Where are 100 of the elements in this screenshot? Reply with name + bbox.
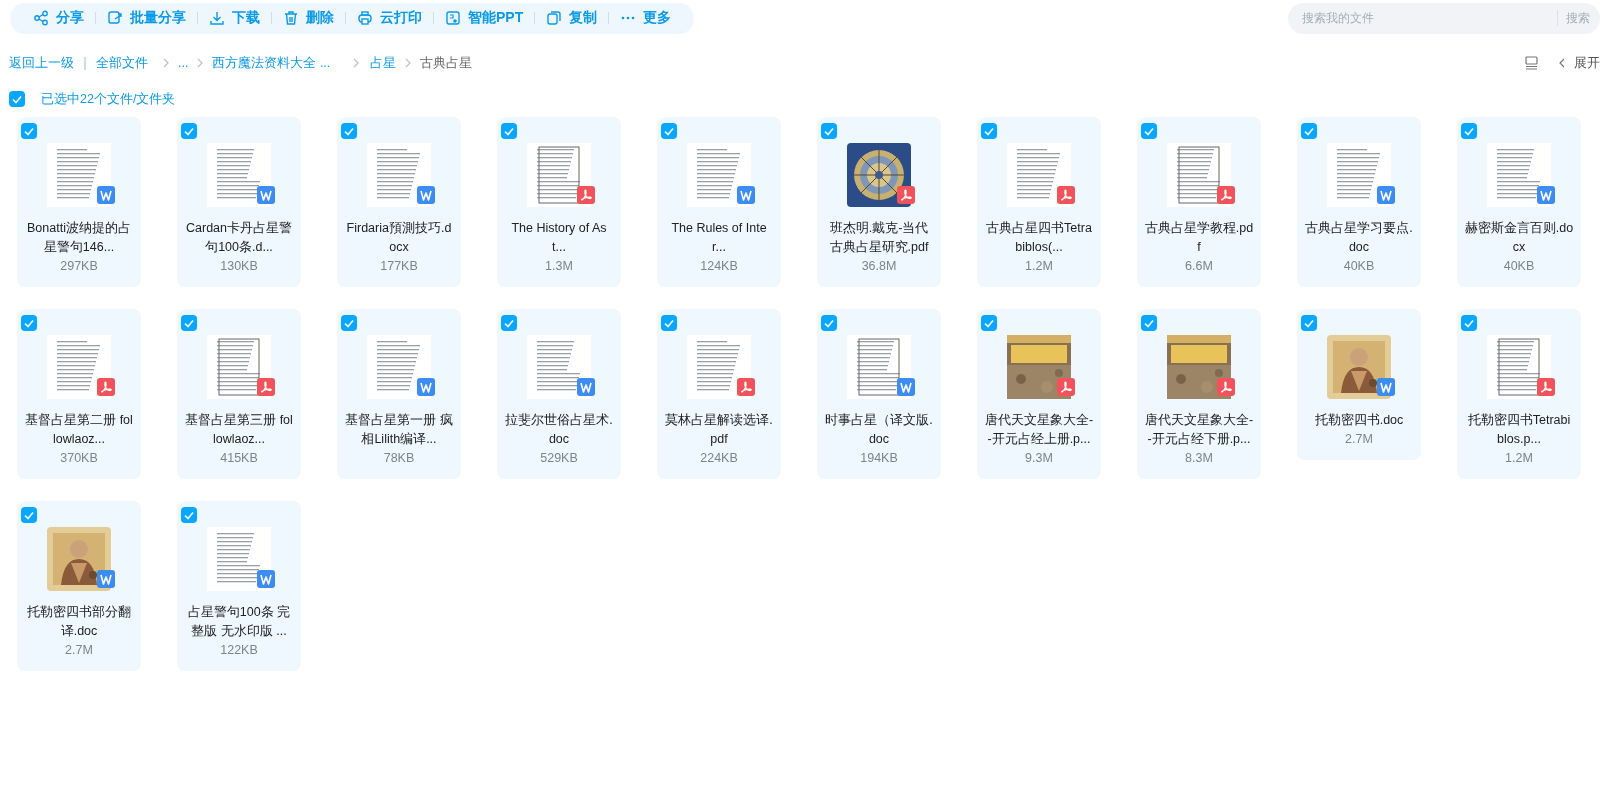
chevron-right-icon: [196, 58, 205, 68]
file-size: 415KB: [220, 451, 258, 465]
file-checkbox[interactable]: [501, 315, 517, 331]
file-size: 297KB: [60, 259, 98, 273]
slides-icon: [445, 10, 461, 26]
file-checkbox[interactable]: [821, 315, 837, 331]
file-checkbox[interactable]: [181, 315, 197, 331]
batch-share-icon: [107, 10, 123, 26]
word-file-icon: [1377, 186, 1395, 204]
file-card[interactable]: 莫林占星解读选译. pdf 224KB: [657, 309, 781, 479]
file-checkbox[interactable]: [981, 315, 997, 331]
file-name: 古典占星四书Tetra biblos(...: [986, 220, 1092, 256]
document-preview: [527, 143, 591, 207]
file-card[interactable]: The History of As t... 1.3M: [497, 117, 621, 287]
select-all-checkbox[interactable]: [9, 91, 25, 107]
file-card[interactable]: 唐代天文星象大全- -开元占经下册.p... 8.3M: [1137, 309, 1261, 479]
word-file-icon: [577, 378, 595, 396]
word-file-icon: [257, 186, 275, 204]
file-size: 6.6M: [1185, 259, 1213, 273]
document-preview: [1487, 143, 1551, 207]
file-checkbox[interactable]: [501, 123, 517, 139]
file-card[interactable]: 托勒密四书Tetrabi blos.p... 1.2M: [1457, 309, 1581, 479]
word-file-icon: [897, 378, 915, 396]
file-size: 9.3M: [1025, 451, 1053, 465]
file-name: 古典占星学习要点. doc: [1305, 220, 1413, 256]
file-size: 224KB: [700, 451, 738, 465]
file-card[interactable]: 唐代天文星象大全- -开元占经上册.p... 9.3M: [977, 309, 1101, 479]
document-preview: [47, 335, 111, 399]
chevron-right-icon: [162, 58, 170, 68]
file-name: 基督占星第一册 疯 相Lilith编译...: [345, 412, 453, 448]
pdf-file-icon: [1217, 378, 1235, 396]
copy-icon: [546, 10, 563, 26]
file-card[interactable]: 基督占星第二册 fol lowlaoz... 370KB: [17, 309, 141, 479]
file-checkbox[interactable]: [21, 507, 37, 523]
file-checkbox[interactable]: [1461, 123, 1477, 139]
file-card[interactable]: 班杰明.戴克-当代 古典占星研究.pdf 36.8M: [817, 117, 941, 287]
file-checkbox[interactable]: [1301, 123, 1317, 139]
file-card[interactable]: The Rules of Inte r... 124KB: [657, 117, 781, 287]
document-preview: [367, 335, 431, 399]
file-checkbox[interactable]: [1141, 123, 1157, 139]
file-card[interactable]: 基督占星第三册 fol lowlaoz... 415KB: [177, 309, 301, 479]
file-checkbox[interactable]: [341, 315, 357, 331]
file-checkbox[interactable]: [661, 315, 677, 331]
breadcrumb-link[interactable]: 古典占星: [420, 54, 473, 72]
document-preview: [1487, 335, 1551, 399]
file-card[interactable]: 古典占星学教程.pd f 6.6M: [1137, 117, 1261, 287]
file-checkbox[interactable]: [1141, 315, 1157, 331]
file-checkbox[interactable]: [1301, 315, 1317, 331]
file-card[interactable]: 古典占星四书Tetra biblos(... 1.2M: [977, 117, 1101, 287]
pdf-file-icon: [1057, 378, 1075, 396]
word-file-icon: [97, 570, 115, 588]
expand-button[interactable]: 展开: [1558, 54, 1600, 72]
document-preview: [687, 143, 751, 207]
file-checkbox[interactable]: [21, 123, 37, 139]
pdf-file-icon: [737, 378, 755, 396]
file-checkbox[interactable]: [181, 507, 197, 523]
file-card[interactable]: 拉斐尔世俗占星术. doc 529KB: [497, 309, 621, 479]
file-size: 124KB: [700, 259, 738, 273]
file-name: The Rules of Inte r...: [671, 220, 767, 256]
file-card[interactable]: Cardan卡丹占星警 句100条.d... 130KB: [177, 117, 301, 287]
file-checkbox[interactable]: [1461, 315, 1477, 331]
file-card[interactable]: 托勒密四书.doc 2.7M: [1297, 309, 1421, 460]
printer-icon: [357, 10, 373, 26]
file-size: 8.3M: [1185, 451, 1213, 465]
word-file-icon: [417, 186, 435, 204]
file-card[interactable]: Firdaria預測技巧.d ocx 177KB: [337, 117, 461, 287]
file-card[interactable]: Bonatti波纳提的占 星警句146... 297KB: [17, 117, 141, 287]
pdf-file-icon: [577, 186, 595, 204]
word-file-icon: [417, 378, 435, 396]
file-card[interactable]: 赫密斯金言百则.do cx 40KB: [1457, 117, 1581, 287]
file-checkbox[interactable]: [21, 315, 37, 331]
trash-icon: [283, 10, 299, 26]
pdf-file-icon: [897, 186, 915, 204]
file-card[interactable]: 占星警句100条 完 整版 无水印版 ... 122KB: [177, 501, 301, 671]
file-size: 529KB: [540, 451, 578, 465]
file-name: 托勒密四书部分翻 译.doc: [27, 604, 131, 640]
file-checkbox[interactable]: [821, 123, 837, 139]
file-size: 78KB: [383, 451, 415, 465]
file-card[interactable]: 古典占星学习要点. doc 40KB: [1297, 117, 1421, 287]
pdf-file-icon: [257, 378, 275, 396]
pdf-file-icon: [1217, 186, 1235, 204]
file-card[interactable]: 时事占星（译文版. doc 194KB: [817, 309, 941, 479]
file-card[interactable]: 托勒密四书部分翻 译.doc 2.7M: [17, 501, 141, 671]
document-preview: [207, 335, 271, 399]
file-name: 唐代天文星象大全- -开元占经下册.p...: [1144, 412, 1254, 448]
file-name: The History of As t...: [511, 220, 607, 256]
file-size: 1.3M: [545, 259, 573, 273]
file-card[interactable]: 基督占星第一册 疯 相Lilith编译... 78KB: [337, 309, 461, 479]
file-checkbox[interactable]: [181, 123, 197, 139]
document-preview: [367, 143, 431, 207]
document-preview: [687, 335, 751, 399]
file-checkbox[interactable]: [981, 123, 997, 139]
document-preview: [207, 143, 271, 207]
file-checkbox[interactable]: [661, 123, 677, 139]
document-preview: [1007, 143, 1071, 207]
file-size: 36.8M: [861, 259, 897, 273]
file-checkbox[interactable]: [341, 123, 357, 139]
document-preview: [1327, 143, 1391, 207]
pdf-file-icon: [1057, 186, 1075, 204]
word-file-icon: [1537, 186, 1555, 204]
